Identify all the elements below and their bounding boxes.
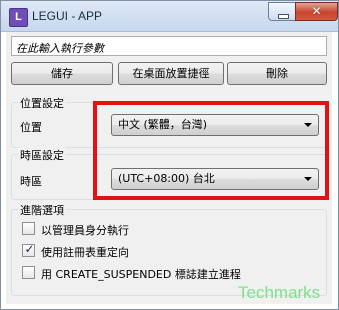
create-suspended-checkbox[interactable] [22, 266, 35, 279]
create-suspended-label: 用 CREATE_SUSPENDED 標誌建立進程 [41, 268, 241, 281]
location-group-title: 位置設定 [18, 95, 66, 111]
title-bar[interactable]: L LEGUI - APP ✕ [1, 1, 338, 32]
desktop-shortcut-button[interactable]: 在桌面放置捷徑 [118, 62, 224, 85]
delete-button[interactable]: 刪除 [227, 62, 327, 85]
app-icon: L [9, 8, 28, 27]
advanced-group-title: 進階選項 [18, 202, 66, 218]
registry-redirect-checkbox[interactable]: ✓ [22, 242, 35, 257]
close-button[interactable]: ✕ [295, 2, 338, 21]
close-icon: ✕ [311, 4, 322, 18]
checkmark-icon: ✓ [24, 242, 35, 256]
location-label: 位置 [20, 121, 42, 134]
timezone-label: 時區 [20, 175, 42, 188]
minimize-icon [278, 14, 289, 19]
save-button[interactable]: 儲存 [11, 62, 113, 85]
minimize-button[interactable] [268, 2, 296, 21]
args-input[interactable]: 在此輸入執行參數 [11, 36, 327, 56]
window-title: LEGUI - APP [32, 9, 103, 23]
registry-redirect-label: 使用註冊表重定向 [41, 246, 129, 259]
watermark: Techmarks [238, 283, 321, 302]
run-as-admin-checkbox[interactable] [22, 222, 35, 235]
timezone-group-title: 時區設定 [18, 147, 66, 163]
highlight-box [93, 101, 329, 200]
run-as-admin-label: 以管理員身分執行 [41, 224, 129, 237]
